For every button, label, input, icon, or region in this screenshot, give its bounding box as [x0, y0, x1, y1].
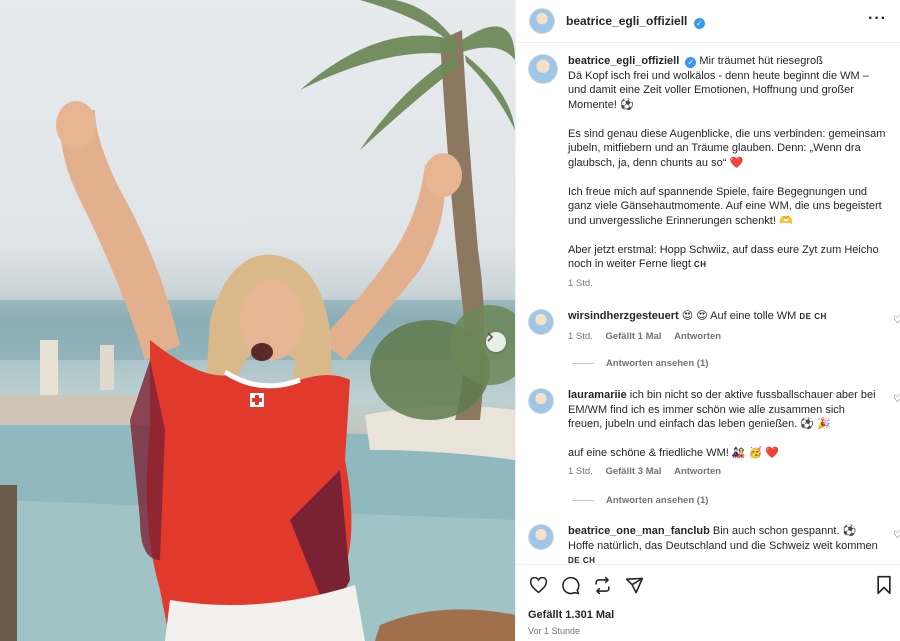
commenter-avatar[interactable] — [528, 388, 554, 414]
commenter-avatar[interactable] — [528, 309, 554, 335]
comments-scroll-area[interactable]: beatrice_egli_offiziell ✓ Mir träumet hü… — [516, 44, 900, 564]
caption-avatar[interactable] — [528, 54, 558, 84]
verified-badge-icon: ✓ — [693, 17, 705, 29]
flag-ch-icon: CH — [693, 260, 707, 269]
comment-item: beatrice_one_man_fanclub Bin auch schon … — [528, 524, 900, 564]
comment-text: 😍 😍 Auf eine tolle WM — [681, 310, 797, 322]
post-actions: Gefällt 1.301 Mal Vor 1 Stunde — [516, 564, 900, 641]
view-replies-button[interactable]: Antworten ansehen (1) — [572, 495, 708, 506]
bookmark-icon[interactable] — [875, 575, 893, 600]
post-time: Vor 1 Stunde — [528, 626, 581, 636]
commenter-username[interactable]: wirsindherzgesteuert — [568, 310, 679, 322]
caption-paragraph: Es sind genau diese Augenblicke, die uns… — [568, 127, 886, 169]
author-avatar[interactable] — [529, 8, 555, 34]
comment-likes[interactable]: Gefällt 3 Mal — [605, 466, 661, 477]
verified-badge-icon: ✓ — [685, 57, 697, 68]
post-header: beatrice_egli_offiziell ✓ ··· — [516, 0, 900, 43]
view-replies-button[interactable]: Antworten ansehen (1) — [572, 358, 708, 369]
post-photo[interactable] — [0, 0, 515, 641]
comment-icon[interactable] — [560, 575, 580, 595]
caption-paragraph: Ich freue mich auf spannende Spiele, fai… — [568, 185, 882, 227]
heart-icon[interactable] — [528, 575, 548, 595]
replies-divider — [572, 363, 594, 364]
caption-time: 1 Std. — [568, 277, 593, 289]
chevron-right-icon — [487, 332, 494, 342]
commenter-avatar[interactable] — [528, 524, 554, 550]
share-icon[interactable] — [592, 575, 612, 595]
comment-time: 1 Std. — [568, 330, 593, 342]
post-details-panel: beatrice_egli_offiziell ✓ ··· beatrice_e… — [515, 0, 900, 641]
flag-de-ch-icon: DE CH — [799, 312, 827, 321]
comment-time: 1 Std. — [568, 466, 593, 477]
more-dots-icon[interactable]: ··· — [868, 10, 887, 28]
likes-count[interactable]: Gefällt 1.301 Mal — [528, 609, 614, 621]
caption-paragraph: Dä Kopf isch frei und wolkälos - denn he… — [568, 69, 869, 111]
post-caption: beatrice_egli_offiziell ✓ Mir träumet hü… — [528, 54, 888, 291]
photo-scene — [0, 0, 515, 641]
view-replies-label[interactable]: Antworten ansehen (1) — [606, 495, 708, 506]
reply-button[interactable]: Antworten — [674, 331, 721, 342]
replies-divider — [572, 500, 594, 501]
caption-title: Mir träumet hüt riesegroß — [699, 55, 823, 67]
commenter-username[interactable]: lauramariie — [568, 389, 627, 401]
author-username[interactable]: beatrice_egli_offiziell ✓ — [566, 14, 705, 29]
view-replies-label[interactable]: Antworten ansehen (1) — [606, 358, 708, 369]
caption-paragraph: Aber jetzt erstmal: Hopp Schwiiz, auf da… — [568, 243, 879, 271]
caption-username[interactable]: beatrice_egli_offiziell — [568, 55, 679, 67]
comment-like-heart-icon[interactable]: ♡ — [893, 394, 900, 405]
comment-item: wirsindherzgesteuert 😍 😍 Auf eine tolle … — [528, 309, 900, 344]
comment-like-heart-icon[interactable]: ♡ — [893, 530, 900, 541]
next-image-button[interactable] — [486, 332, 506, 352]
comment-text: auf eine schöne & friedliche WM! 🎎 🥳 ❤️ — [568, 446, 780, 459]
commenter-username[interactable]: beatrice_one_man_fanclub — [568, 525, 710, 537]
reply-button[interactable]: Antworten — [674, 466, 721, 477]
flag-de-ch-icon: DE CH — [568, 556, 596, 564]
send-icon[interactable] — [624, 575, 644, 595]
author-username-text[interactable]: beatrice_egli_offiziell — [566, 14, 687, 28]
comment-item: lauramariie ich bin nicht so der aktive … — [528, 388, 900, 480]
comment-likes[interactable]: Gefällt 1 Mal — [605, 331, 661, 342]
comment-like-heart-icon[interactable]: ♡ — [893, 315, 900, 326]
